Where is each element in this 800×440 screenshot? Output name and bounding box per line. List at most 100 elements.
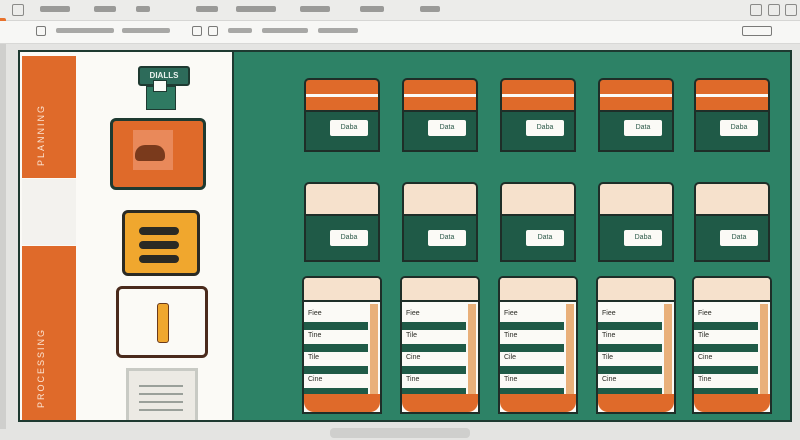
cabinet-top — [598, 182, 674, 216]
ribbon-item[interactable]: —————— — [56, 28, 114, 33]
ledger-row: Cine — [402, 354, 466, 374]
ledger-cap — [304, 278, 380, 302]
frame-card[interactable] — [116, 286, 208, 358]
list-line — [139, 255, 179, 263]
slide-canvas[interactable]: PLANNING PROCESSING DIALLS Daba Data Dab… — [18, 50, 792, 422]
cabinet-body: Data — [598, 112, 674, 152]
ledger-row: Fiee — [598, 310, 662, 330]
cabinet-top — [402, 78, 478, 112]
rail-gap — [22, 179, 76, 245]
menu-item[interactable]: ——— — [360, 6, 384, 12]
maximize-icon[interactable] — [768, 4, 780, 16]
list-line — [139, 241, 179, 249]
ledger-row: Tine — [598, 332, 662, 352]
cabinet-body: Daba — [304, 112, 380, 152]
cabinet-label: Data — [526, 230, 564, 246]
format-icon[interactable] — [208, 26, 218, 36]
menu-item[interactable]: —— — [236, 6, 276, 12]
ledger-card[interactable]: Fiee Tine Tile Cine — [302, 276, 382, 414]
status-strip — [330, 428, 470, 438]
ribbon-toolbar: —————— —————— ——— —————— ———— — [0, 21, 800, 44]
cabinet-label: Data — [428, 230, 466, 246]
format-icon[interactable] — [192, 26, 202, 36]
ledger-row: Tine — [304, 332, 368, 352]
cabinet-label: Daba — [330, 230, 368, 246]
menu-item[interactable]: — — [136, 6, 150, 12]
ledger-row: Tile — [304, 354, 368, 374]
paper-line — [139, 409, 183, 411]
cabinet-label: Data — [720, 230, 758, 246]
paper-line — [139, 393, 183, 395]
ledger-row: Cine — [694, 354, 758, 374]
menu-item[interactable]: ———— — [94, 6, 116, 12]
ribbon-item[interactable]: —————— — [262, 28, 308, 33]
cabinet-label: Daba — [624, 230, 662, 246]
ledger-cap — [598, 278, 674, 302]
ledger-row: Tile — [694, 332, 758, 352]
thumbnail-pane-edge[interactable] — [0, 44, 6, 429]
ledger-spine — [468, 304, 476, 400]
cabinet-body: Data — [500, 216, 576, 262]
minimize-icon[interactable] — [750, 4, 762, 16]
hand-icon — [135, 145, 165, 161]
cabinet-top — [304, 182, 380, 216]
ledger-foot — [694, 394, 770, 412]
cabinet-body: Data — [402, 112, 478, 152]
ribbon-item[interactable]: ———— — [318, 28, 358, 33]
ledger-spine — [760, 304, 768, 400]
share-icon[interactable] — [742, 26, 772, 36]
ledger-card[interactable]: Fiee Tile Cine Tine — [692, 276, 772, 414]
ledger-row: Fiee — [500, 310, 564, 330]
ledger-row: Tile — [598, 354, 662, 374]
ledger-spine — [566, 304, 574, 400]
ledger-card[interactable]: Fiee Tine Tile Cine — [596, 276, 676, 414]
cabinet-top — [598, 78, 674, 112]
image-card[interactable] — [110, 118, 206, 190]
list-card[interactable] — [122, 210, 200, 276]
file-icon[interactable] — [36, 26, 46, 36]
ledger-foot — [500, 394, 576, 412]
cabinet-panel: Daba Data Daba Data Daba Daba Data Data … — [234, 52, 790, 420]
document-icon — [146, 80, 176, 110]
ledger-cap — [402, 278, 478, 302]
ledger-row: Fiee — [402, 310, 466, 330]
menu-icon[interactable] — [12, 4, 24, 16]
rail-lower-text: PROCESSING — [36, 327, 46, 408]
paper-stack — [126, 368, 198, 420]
cabinet-label: Daba — [330, 120, 368, 136]
cabinet-top — [694, 78, 770, 112]
cabinet-body: Daba — [500, 112, 576, 152]
menu-item[interactable]: — — [40, 6, 70, 12]
cabinet-body: Daba — [694, 112, 770, 152]
ledger-row: Fiee — [694, 310, 758, 330]
close-icon[interactable] — [785, 4, 797, 16]
cabinet-top — [402, 182, 478, 216]
rail-upper-text: PLANNING — [36, 103, 46, 166]
ledger-card[interactable]: Fiee Tine Cile Tine — [498, 276, 578, 414]
cabinet-body: Daba — [304, 216, 380, 262]
cabinet-label: Daba — [526, 120, 564, 136]
list-line — [139, 227, 179, 235]
cabinet-label: Data — [624, 120, 662, 136]
ledger-row: Fiee — [304, 310, 368, 330]
ledger-cap — [694, 278, 770, 302]
ribbon-item[interactable]: ——— — [228, 28, 252, 33]
cabinet-body: Data — [694, 216, 770, 262]
cabinet-label: Data — [428, 120, 466, 136]
menu-item[interactable]: —————— — [300, 6, 330, 12]
menu-item[interactable]: ———— — [196, 6, 218, 12]
menu-item[interactable]: ———— — [420, 6, 440, 12]
ledger-foot — [402, 394, 478, 412]
cabinet-body: Daba — [598, 216, 674, 262]
ledger-row: Tile — [402, 332, 466, 352]
ledger-spine — [370, 304, 378, 400]
ledger-row: Tine — [500, 332, 564, 352]
paper-line — [139, 401, 183, 403]
cabinet-top — [500, 78, 576, 112]
cabinet-top — [304, 78, 380, 112]
cabinet-top — [500, 182, 576, 216]
ledger-foot — [304, 394, 380, 412]
pen-icon — [157, 303, 169, 343]
ribbon-item[interactable]: —————— — [122, 28, 170, 33]
ledger-card[interactable]: Fiee Tile Cine Tine — [400, 276, 480, 414]
